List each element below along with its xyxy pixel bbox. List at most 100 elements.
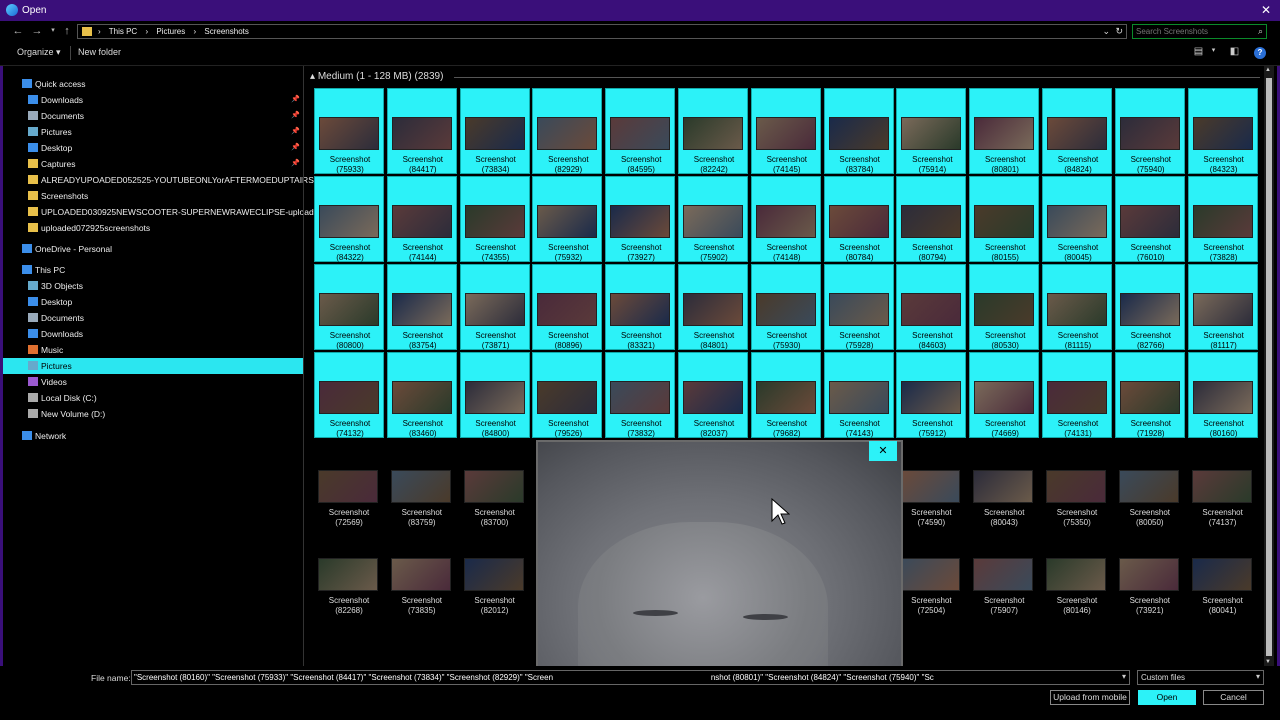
nav-item-downloads[interactable]: Downloads [3, 326, 303, 342]
file-tile[interactable]: Screenshot (82766) [1114, 264, 1185, 350]
file-tile[interactable]: Screenshot (75930) [750, 264, 821, 350]
search-box[interactable]: ⌕ [1132, 24, 1267, 39]
nav-item-screenshots[interactable]: Screenshots [3, 188, 303, 204]
file-type-select[interactable]: Custom files ▾ [1137, 670, 1264, 685]
file-tile[interactable]: Screenshot (73921) [1115, 528, 1185, 615]
file-tile[interactable]: Screenshot (80155) [969, 176, 1040, 262]
file-tile[interactable]: Screenshot (75350) [1042, 440, 1112, 527]
file-tile[interactable]: Screenshot (75914) [896, 88, 967, 174]
file-tile[interactable]: Screenshot (80146) [1042, 528, 1112, 615]
nav-item-quick-access[interactable]: Quick access [3, 76, 303, 92]
nav-item-captures[interactable]: Captures 📌 [3, 156, 303, 172]
recent-chevron-icon[interactable]: ▾ [46, 24, 60, 38]
file-tile[interactable]: Screenshot (83700) [460, 440, 530, 527]
search-icon[interactable]: ⌕ [1258, 26, 1263, 37]
vertical-scrollbar[interactable]: ▲ ▼ [1264, 66, 1274, 666]
file-tile[interactable]: Screenshot (80043) [969, 440, 1039, 527]
file-tile[interactable]: Screenshot (82929) [532, 88, 603, 174]
file-tile[interactable]: Screenshot (76010) [1114, 176, 1185, 262]
file-tile[interactable]: Screenshot (73828) [1187, 176, 1258, 262]
file-tile[interactable]: Screenshot (74131) [1042, 352, 1112, 438]
help-icon[interactable]: ? [1254, 47, 1266, 59]
view-options-icon[interactable]: ▤ [1192, 46, 1205, 57]
file-tile[interactable]: Screenshot (82268) [314, 528, 384, 615]
file-tile[interactable]: Screenshot (74132) [314, 352, 384, 438]
breadcrumb-item[interactable]: This PC [109, 27, 137, 36]
new-folder-button[interactable]: New folder [78, 47, 121, 57]
file-tile[interactable]: Screenshot (79526) [532, 352, 603, 438]
file-tile[interactable]: Screenshot (74137) [1188, 440, 1258, 527]
file-tile[interactable]: Screenshot (81115) [1042, 264, 1112, 350]
nav-item-3d-objects[interactable]: 3D Objects [3, 278, 303, 294]
file-tile[interactable]: Screenshot (74144) [386, 176, 457, 262]
refresh-icon[interactable]: ↻ [1115, 26, 1123, 37]
file-tile[interactable]: Screenshot (74143) [823, 352, 894, 438]
file-tile[interactable]: Screenshot (75912) [896, 352, 967, 438]
file-tile[interactable]: Screenshot (84323) [1187, 88, 1258, 174]
preview-pane-icon[interactable]: ◧ [1228, 46, 1241, 57]
nav-item-desktop[interactable]: Desktop [3, 294, 303, 310]
nav-item-desktop[interactable]: Desktop 📌 [3, 140, 303, 156]
file-tile[interactable]: Screenshot (83784) [823, 88, 894, 174]
open-button[interactable]: Open [1138, 690, 1196, 705]
nav-item-pictures[interactable]: Pictures [3, 358, 303, 374]
nav-item-videos[interactable]: Videos [3, 374, 303, 390]
back-arrow-icon[interactable]: ← [11, 24, 25, 38]
file-tile[interactable]: Screenshot (80160) [1187, 352, 1258, 438]
file-name-input[interactable] [134, 672, 1109, 683]
file-tile[interactable]: Screenshot (84322) [314, 176, 384, 262]
address-dropdown-icon[interactable]: ⌄ [1102, 26, 1110, 37]
file-tile[interactable]: Screenshot (83754) [386, 264, 457, 350]
nav-item-network[interactable]: Network [3, 428, 303, 444]
file-tile[interactable]: Screenshot (73927) [605, 176, 676, 262]
file-tile[interactable]: Screenshot (75933) [314, 88, 384, 174]
file-tile[interactable]: Screenshot (84595) [605, 88, 676, 174]
file-tile[interactable]: Screenshot (82012) [460, 528, 530, 615]
file-tile[interactable]: Screenshot (80801) [969, 88, 1040, 174]
file-tile[interactable]: Screenshot (75932) [532, 176, 603, 262]
search-input[interactable] [1136, 26, 1246, 37]
file-tile[interactable]: Screenshot (74145) [750, 88, 821, 174]
file-tile[interactable]: Screenshot (72504) [896, 528, 966, 615]
file-tile[interactable]: Screenshot (71928) [1114, 352, 1185, 438]
scroll-up-icon[interactable]: ▲ [1265, 67, 1271, 73]
forward-arrow-icon[interactable]: → [30, 24, 44, 38]
up-arrow-icon[interactable]: ↑ [60, 24, 74, 38]
close-icon[interactable]: ✕ [869, 441, 897, 461]
file-name-field[interactable]: ▾ [131, 670, 1130, 685]
address-bar[interactable]: › This PC › Pictures › Screenshots ⌄ ↻ [77, 24, 1127, 39]
file-tile[interactable]: Screenshot (80045) [1042, 176, 1112, 262]
file-tile[interactable]: Screenshot (82242) [678, 88, 748, 174]
file-tile[interactable]: Screenshot (84801) [678, 264, 748, 350]
nav-item-uploaded072925screenshots[interactable]: uploaded072925screenshots [3, 220, 303, 236]
nav-item-this-pc[interactable]: This PC [3, 262, 303, 278]
file-tile[interactable]: Screenshot (84800) [459, 352, 530, 438]
organize-button[interactable]: Organize ▾ [17, 47, 61, 58]
nav-item-local-disk-c[interactable]: Local Disk (C:) [3, 390, 303, 406]
nav-item-downloads[interactable]: Downloads 📌 [3, 92, 303, 108]
file-tile[interactable]: Screenshot (73832) [605, 352, 676, 438]
chevron-down-icon[interactable]: ▾ [1256, 672, 1260, 681]
file-tile[interactable]: Screenshot (79682) [750, 352, 821, 438]
file-tile[interactable]: Screenshot (80784) [823, 176, 894, 262]
file-tile[interactable]: Screenshot (74669) [969, 352, 1040, 438]
file-tile[interactable]: Screenshot (74590) [896, 440, 966, 527]
file-tile[interactable]: Screenshot (80794) [896, 176, 967, 262]
file-tile[interactable]: Screenshot (80800) [314, 264, 384, 350]
file-tile[interactable]: Screenshot (84603) [896, 264, 967, 350]
file-tile[interactable]: Screenshot (73835) [387, 528, 457, 615]
nav-item-new-volume-d[interactable]: New Volume (D:) [3, 406, 303, 422]
file-tile[interactable]: Screenshot (75940) [1114, 88, 1185, 174]
nav-item-music[interactable]: Music [3, 342, 303, 358]
close-icon[interactable]: ✕ [1258, 2, 1274, 18]
file-tile[interactable]: Screenshot (74148) [750, 176, 821, 262]
file-tile[interactable]: Screenshot (82037) [678, 352, 748, 438]
nav-item-documents[interactable]: Documents [3, 310, 303, 326]
file-tile[interactable]: Screenshot (73834) [459, 88, 530, 174]
file-tile[interactable]: Screenshot (84417) [386, 88, 457, 174]
nav-item-onedrive-personal[interactable]: OneDrive - Personal [3, 241, 303, 257]
file-tile[interactable]: Screenshot (80041) [1188, 528, 1258, 615]
file-tile[interactable]: Screenshot (80896) [532, 264, 603, 350]
file-tile[interactable]: Screenshot (83321) [605, 264, 676, 350]
chevron-down-icon[interactable]: ▾ [1122, 672, 1126, 681]
